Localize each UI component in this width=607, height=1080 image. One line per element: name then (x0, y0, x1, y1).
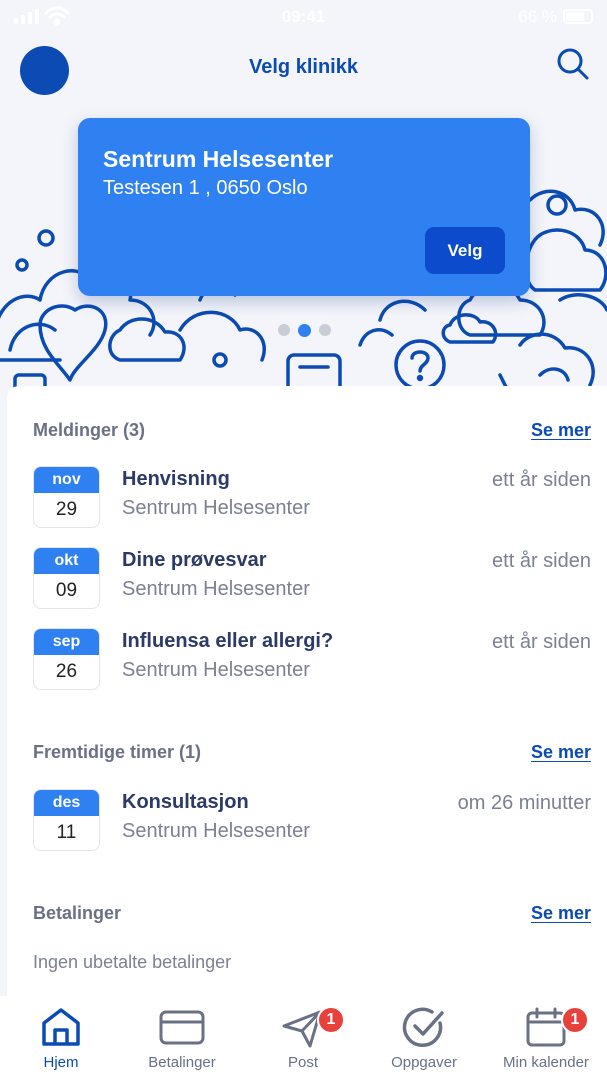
pager-dot[interactable] (277, 324, 290, 336)
message-item[interactable]: sep 26 Influensa eller allergi? Sentrum … (33, 628, 591, 692)
date-day: 09 (55, 580, 78, 601)
appointment-clinic: Sentrum Helsesenter (122, 820, 310, 842)
pager-dot-active[interactable] (297, 323, 311, 337)
nav-label: Min kalender (503, 1054, 589, 1071)
message-title: Influensa eller allergi? (122, 630, 334, 652)
clinic-name: Sentrum Helsesenter (103, 146, 334, 172)
pager-dot[interactable] (318, 324, 331, 336)
clinic-address: Testesen 1 , 0650 Oslo (103, 177, 308, 199)
select-clinic-button[interactable]: Velg (425, 227, 505, 274)
appointments-see-more-link[interactable]: Se mer (531, 742, 591, 763)
date-month: des (34, 790, 99, 816)
messages-section-header: Meldinger (3) Se mer (33, 420, 591, 444)
messages-title: Meldinger (3) (33, 420, 146, 440)
post-notification-badge: 1 (317, 1006, 345, 1034)
date-month: sep (34, 629, 99, 655)
nav-label: Hjem (43, 1054, 79, 1071)
nav-item-payments[interactable]: Betalinger (121, 1006, 243, 1078)
message-sender: Sentrum Helsesenter (122, 578, 310, 600)
messages-see-more-link[interactable]: Se mer (531, 420, 591, 441)
nav-item-tasks[interactable]: Oppgaver (363, 1006, 485, 1078)
status-time: 09:41 (281, 7, 326, 26)
appointments-title: Fremtidige timer (1) (33, 742, 202, 762)
message-time: ett år siden (492, 631, 591, 653)
carousel-pager[interactable] (266, 316, 342, 344)
bottom-navigation: Hjem Betalinger Post 1 Oppgaver Min kale… (0, 996, 607, 1080)
date-day: 26 (55, 661, 78, 682)
appointment-title: Konsultasjon (122, 791, 249, 813)
battery-percent: 66 % (518, 7, 557, 26)
status-bar: 09:41 66 % (0, 0, 607, 34)
appointment-item[interactable]: des 11 Konsultasjon Sentrum Helsesenter … (33, 789, 591, 853)
overview-panel: Meldinger (3) Se mer nov 29 Henvisning S… (7, 386, 607, 996)
header-illustration: Velg klinikk Sentrum Helsesenter Testese… (0, 0, 607, 395)
message-title: Henvisning (122, 468, 230, 490)
message-sender: Sentrum Helsesenter (122, 659, 310, 681)
message-sender: Sentrum Helsesenter (122, 497, 310, 519)
message-time: ett år siden (492, 550, 591, 572)
date-badge: okt 09 (33, 547, 100, 609)
clinic-card[interactable]: Sentrum Helsesenter Testesen 1 , 0650 Os… (78, 118, 530, 296)
nav-label: Betalinger (148, 1054, 216, 1071)
payments-section-header: Betalinger Se mer (33, 903, 591, 927)
date-day: 11 (56, 822, 77, 843)
nav-item-post[interactable]: Post 1 (242, 1006, 364, 1078)
message-time: ett år siden (492, 469, 591, 491)
message-item[interactable]: nov 29 Henvisning Sentrum Helsesenter et… (33, 466, 591, 530)
credit-card-icon (159, 1010, 205, 1045)
search-icon[interactable] (555, 46, 591, 82)
message-title: Dine prøvesvar (122, 549, 267, 571)
calendar-notification-badge: 1 (561, 1006, 589, 1034)
nav-label: Oppgaver (391, 1054, 457, 1071)
appointment-time: om 26 minutter (457, 792, 591, 814)
date-badge: des 11 (33, 789, 100, 851)
payments-empty-text: Ingen ubetalte betalinger (33, 952, 232, 972)
date-badge: nov 29 (33, 466, 100, 528)
battery-icon (563, 9, 593, 24)
message-item[interactable]: okt 09 Dine prøvesvar Sentrum Helsesente… (33, 547, 591, 611)
nav-item-home[interactable]: Hjem (0, 1006, 122, 1078)
appointments-section-header: Fremtidige timer (1) Se mer (33, 742, 591, 766)
payments-title: Betalinger (33, 903, 122, 923)
nav-label: Post (287, 1054, 318, 1071)
calendar-icon (526, 1007, 566, 1047)
home-icon (42, 1008, 80, 1046)
page-title: Velg klinikk (249, 56, 358, 78)
date-day: 29 (55, 499, 78, 520)
date-month: okt (34, 548, 99, 574)
check-circle-icon (402, 1007, 444, 1047)
date-month: nov (34, 467, 99, 493)
date-badge: sep 26 (33, 628, 100, 690)
payments-see-more-link[interactable]: Se mer (531, 903, 591, 924)
nav-item-calendar[interactable]: Min kalender 1 (485, 1006, 607, 1078)
